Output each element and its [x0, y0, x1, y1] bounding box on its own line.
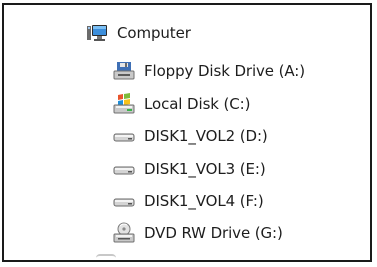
tree-item-disk1-vol3-e[interactable]: DISK1_VOL3 (E:)	[112, 155, 266, 183]
tree-item-label: DVD RW Drive (G:)	[144, 224, 283, 242]
folder-tree: Computer Floppy Disk Drive (A:) Local Di…	[4, 5, 370, 260]
tree-item-dvd-rw-drive-g[interactable]: DVD RW Drive (G:)	[112, 219, 283, 247]
explorer-navigation-pane: Computer Floppy Disk Drive (A:) Local Di…	[2, 3, 372, 262]
computer-icon	[85, 22, 109, 44]
tree-item-label: Local Disk (C:)	[144, 95, 251, 113]
tree-item-local-disk-c[interactable]: Local Disk (C:)	[112, 90, 250, 118]
hard-drive-icon	[112, 125, 136, 147]
tree-item-disk1-vol2-d[interactable]: DISK1_VOL2 (D:)	[112, 122, 268, 150]
hard-drive-icon	[112, 158, 136, 180]
tree-item-label: DISK1_VOL3 (E:)	[144, 160, 266, 178]
hard-drive-icon	[112, 190, 136, 212]
next-item-partial	[96, 254, 116, 260]
tree-item-computer[interactable]: Computer	[85, 19, 191, 47]
floppy-drive-icon	[112, 60, 136, 82]
tree-item-label: Computer	[117, 24, 191, 42]
tree-item-floppy-drive-a[interactable]: Floppy Disk Drive (A:)	[112, 57, 305, 85]
dvd-drive-icon	[112, 222, 136, 244]
tree-item-label: Floppy Disk Drive (A:)	[144, 62, 305, 80]
tree-item-label: DISK1_VOL2 (D:)	[144, 127, 268, 145]
tree-item-label: DISK1_VOL4 (F:)	[144, 192, 264, 210]
windows-drive-icon	[112, 93, 136, 115]
tree-item-disk1-vol4-f[interactable]: DISK1_VOL4 (F:)	[112, 187, 264, 215]
